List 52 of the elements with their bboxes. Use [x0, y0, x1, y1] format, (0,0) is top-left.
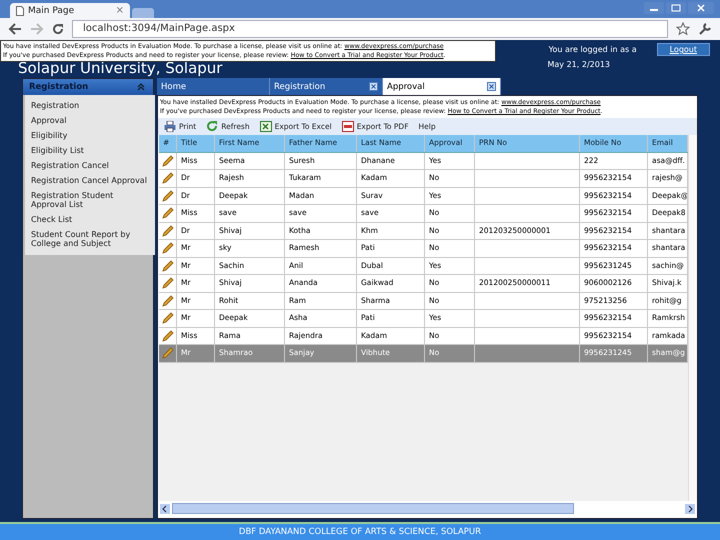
pencil-icon[interactable]	[162, 277, 174, 290]
tab[interactable]: Home	[157, 78, 270, 95]
sidebar-item[interactable]: Student Count Report by College and Subject	[29, 227, 151, 251]
pencil-icon[interactable]	[162, 347, 174, 360]
scroll-right-icon[interactable]	[685, 504, 695, 514]
vertical-scrollbar[interactable]	[688, 135, 697, 501]
sidebar-item[interactable]: Check List	[29, 212, 151, 227]
pencil-icon[interactable]	[162, 294, 174, 307]
sidebar-item[interactable]: Eligibility	[29, 128, 151, 143]
back-icon[interactable]	[8, 23, 22, 35]
site-title: Solapur University, Solapur	[18, 59, 222, 78]
pencil-icon[interactable]	[162, 242, 174, 254]
date-text: May 21, 2/2013	[548, 60, 611, 69]
tab-close[interactable]: ×	[116, 5, 124, 16]
scroll-thumb[interactable]	[172, 503, 574, 514]
pencil-icon[interactable]	[162, 172, 174, 184]
pencil-icon[interactable]	[162, 224, 174, 237]
sidebar-item[interactable]: Eligibility List	[29, 143, 151, 158]
printer-icon	[164, 121, 176, 132]
browser-tab[interactable]: Main Page ×	[10, 3, 130, 18]
reload-icon[interactable]	[52, 23, 64, 35]
pencil-icon[interactable]	[162, 190, 174, 202]
tab-title: Main Page	[28, 6, 74, 16]
pencil-icon[interactable]	[162, 330, 174, 342]
refresh-icon	[206, 121, 218, 132]
pencil-icon[interactable]	[162, 260, 174, 272]
spreadsheet-icon	[260, 121, 272, 132]
tab[interactable]: Registration	[270, 78, 383, 95]
login-status: You are logged in as a	[548, 45, 637, 54]
sidebar-item[interactable]: Registration Student Approval List	[29, 188, 151, 212]
address-bar[interactable]: localhost:3094/MainPage.aspx	[72, 20, 668, 38]
collapse-icon[interactable]	[137, 83, 145, 91]
page-icon	[16, 6, 24, 16]
close-icon[interactable]	[688, 2, 714, 14]
sidebar-item[interactable]: Approval	[29, 113, 151, 128]
star-icon[interactable]	[676, 22, 690, 36]
close-icon[interactable]	[369, 82, 378, 91]
pencil-icon[interactable]	[162, 312, 174, 324]
restore-icon[interactable]	[666, 2, 686, 14]
footer-text: DBF DAYANAND COLLEGE OF ARTS & SCIENCE, SOLAPUR	[238, 527, 482, 537]
sidebar-item[interactable]: Registration	[29, 98, 151, 113]
scroll-left-icon[interactable]	[160, 504, 170, 514]
close-icon[interactable]	[487, 82, 496, 91]
logout-button[interactable]: Logout	[656, 43, 710, 56]
wrench-icon[interactable]	[698, 22, 712, 36]
sidebar-item[interactable]: Registration Cancel Approval	[29, 173, 151, 188]
minimize-icon[interactable]	[644, 2, 664, 14]
pencil-icon[interactable]	[162, 207, 174, 220]
sidebar-item[interactable]: Registration Cancel	[29, 158, 151, 173]
document-icon	[342, 121, 354, 132]
pencil-icon[interactable]	[162, 154, 174, 167]
tab[interactable]: Approval	[383, 78, 501, 95]
